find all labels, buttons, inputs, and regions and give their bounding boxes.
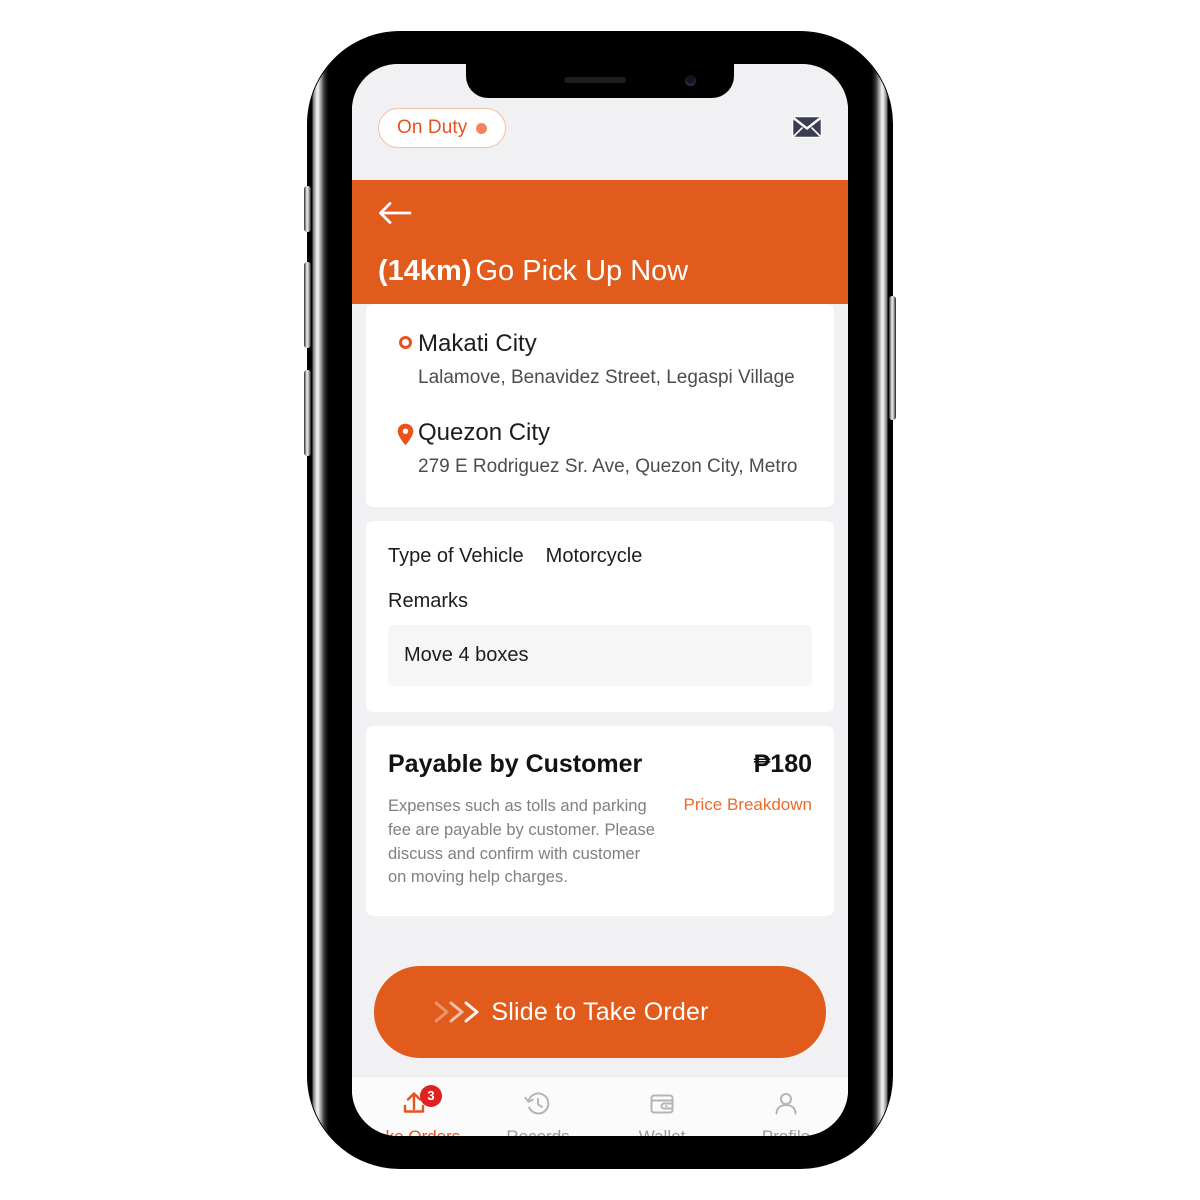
wallet-icon <box>647 1088 677 1120</box>
page-title: (14km) Go Pick Up Now <box>378 255 822 288</box>
remarks-label: Remarks <box>388 589 469 612</box>
envelope-icon[interactable] <box>791 115 823 143</box>
history-clock-icon <box>523 1088 553 1120</box>
dropoff-address-row[interactable]: Quezon City 279 E Rodriguez Sr. Ave, Que… <box>392 419 808 478</box>
screenshot-stage: On Duty (14km) Go Pick Up Now Makati Cit… <box>0 0 1200 1200</box>
slider-zone: Slide to Take Order <box>352 930 848 1077</box>
payable-amount: ₱180 <box>753 749 812 778</box>
remarks-value: Move 4 boxes <box>388 624 812 686</box>
vehicle-type-label: Type of Vehicle <box>388 544 524 567</box>
double-chevron-right-icon <box>430 998 486 1026</box>
person-icon <box>771 1088 801 1120</box>
back-arrow-icon[interactable] <box>378 200 822 231</box>
phone-volume-down-button[interactable] <box>304 370 311 456</box>
phone-volume-up-button[interactable] <box>304 262 311 348</box>
upload-tray-icon: 3 <box>399 1085 442 1120</box>
vehicle-type-value: Motorcycle <box>545 544 643 567</box>
pickup-city: Makati City <box>418 330 537 357</box>
payable-note: Expenses such as tolls and parking fee a… <box>388 796 655 887</box>
front-camera-icon <box>685 75 696 86</box>
take-orders-badge: 3 <box>420 1085 442 1108</box>
on-duty-label: On Duty <box>397 117 468 138</box>
pickup-address-row[interactable]: Makati City Lalamove, Benavidez Street, … <box>392 330 808 389</box>
vehicle-type-row: Type of Vehicle Motorcycle <box>388 545 812 568</box>
phone-power-button[interactable] <box>889 296 896 420</box>
nav-label-profile: Profile <box>762 1127 810 1136</box>
pickup-address: Lalamove, Benavidez Street, Legaspi Vill… <box>418 366 795 388</box>
phone-mute-switch[interactable] <box>304 186 311 232</box>
nav-item-records[interactable]: Records <box>476 1088 600 1136</box>
vehicle-remarks-card: Type of Vehicle Motorcycle Remarks Move … <box>366 520 834 712</box>
nav-label-records: Records <box>506 1127 569 1136</box>
payable-card: Payable by Customer ₱180 Expenses such a… <box>366 725 834 917</box>
dropoff-pin-icon <box>392 419 418 446</box>
slide-to-take-order-button[interactable]: Slide to Take Order <box>374 966 826 1059</box>
dropoff-address: 279 E Rodriguez Sr. Ave, Quezon City, Me… <box>418 455 798 477</box>
nav-item-wallet[interactable]: Wallet <box>600 1088 724 1136</box>
order-detail-body: Makati City Lalamove, Benavidez Street, … <box>352 304 848 1077</box>
phone-notch <box>466 64 734 98</box>
dropoff-city: Quezon City <box>418 419 551 447</box>
payable-title: Payable by Customer <box>388 749 643 778</box>
order-title-text: Go Pick Up Now <box>475 255 689 287</box>
nav-label-wallet: Wallet <box>639 1127 686 1136</box>
price-breakdown-link[interactable]: Price Breakdown <box>683 795 812 815</box>
bottom-navigation-bar: 3 Take Orders Records <box>352 1076 848 1136</box>
earpiece-speaker-icon <box>564 77 627 83</box>
phone-screen: On Duty (14km) Go Pick Up Now Makati Cit… <box>352 64 848 1136</box>
on-duty-toggle[interactable]: On Duty <box>378 108 507 148</box>
order-distance: (14km) <box>378 255 472 287</box>
status-dot-icon <box>476 122 488 134</box>
pickup-circle-icon <box>392 330 418 349</box>
addresses-card: Makati City Lalamove, Benavidez Street, … <box>366 304 834 507</box>
